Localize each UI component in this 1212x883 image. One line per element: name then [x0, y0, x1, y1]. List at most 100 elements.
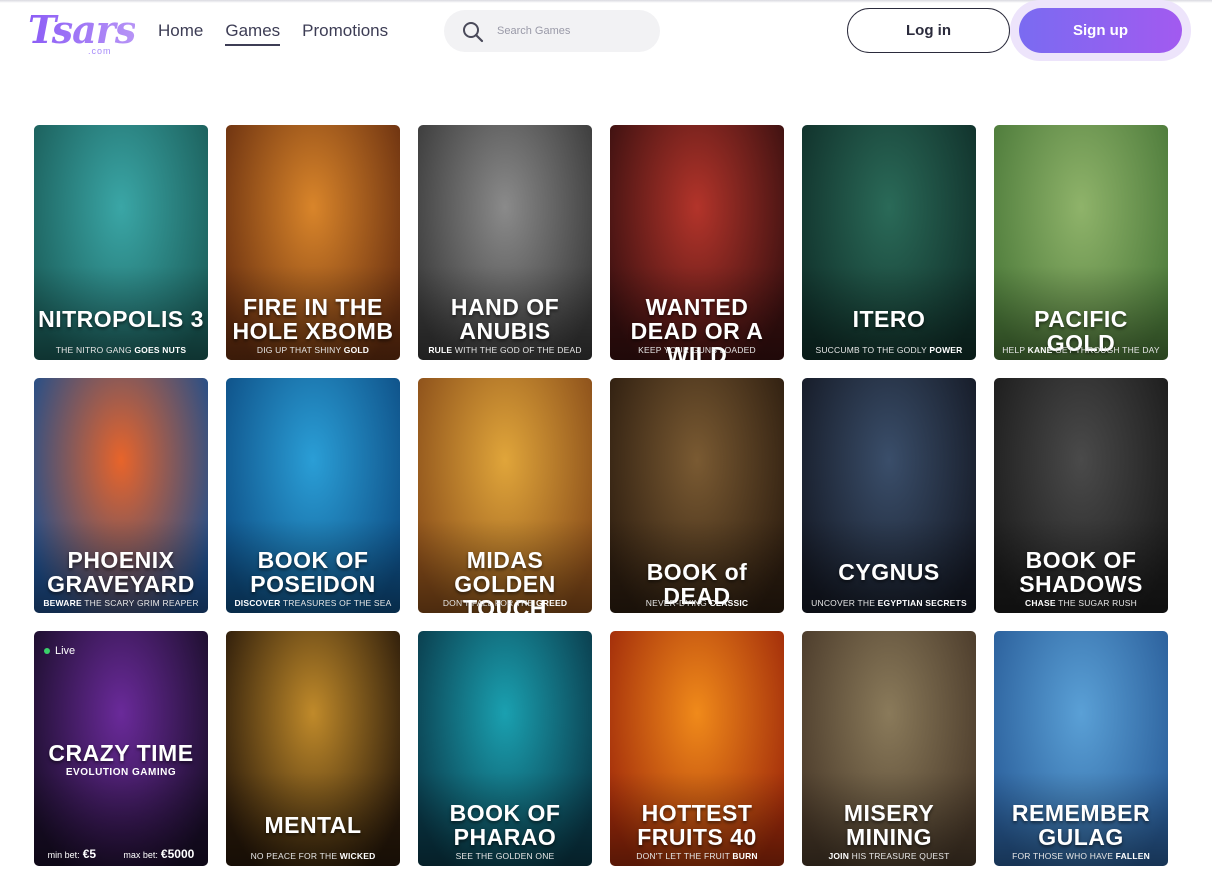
- tagline-text: NEVER-DYING: [645, 598, 710, 608]
- game-tagline: DISCOVER TREASURES OF THE SEA: [226, 598, 400, 608]
- game-title: FIRE IN THE HOLE XBOMB: [232, 294, 394, 344]
- game-provider: EVOLUTION GAMING: [65, 767, 177, 778]
- tagline-highlight: KANE: [1027, 345, 1053, 355]
- game-card[interactable]: FIRE IN THE HOLE XBOMB DIG UP THAT SHINY …: [226, 125, 400, 360]
- tagline-highlight: POWER: [929, 345, 963, 355]
- game-title: HAND OF ANUBIS: [450, 294, 560, 344]
- game-title: ITERO: [852, 306, 926, 332]
- game-tagline: KEEP YOUR GUNS LOADED: [610, 345, 784, 355]
- tagline-text: WITH THE GOD OF THE DEAD: [452, 345, 582, 355]
- game-card[interactable]: CYGNUS UNCOVER THE EGYPTIAN SECRETS: [802, 378, 976, 613]
- game-title: CYGNUS: [838, 559, 940, 585]
- game-tagline: JOIN HIS TREASURE QUEST: [802, 851, 976, 861]
- tagline-text: DIG UP THAT SHINY: [256, 345, 344, 355]
- game-tagline: UNCOVER THE EGYPTIAN SECRETS: [802, 598, 976, 608]
- min-bet-value: €5: [82, 847, 97, 861]
- tagline-text: SUCCUMB TO THE GODLY: [815, 345, 930, 355]
- game-tagline: SUCCUMB TO THE GODLY POWER: [802, 345, 976, 355]
- game-card[interactable]: BOOK OF SHADOWS CHASE THE SUGAR RUSH: [994, 378, 1168, 613]
- tagline-text: THE SCARY GRIM REAPER: [81, 598, 199, 608]
- game-card[interactable]: MIDAS GOLDEN TOUCH DON'T FALL FOR THE GRE…: [418, 378, 592, 613]
- live-dot-icon: [44, 648, 50, 654]
- game-tagline: RULE WITH THE GOD OF THE DEAD: [418, 345, 592, 355]
- live-label: Live: [55, 645, 76, 657]
- tagline-text: DON'T LET THE FRUIT: [636, 851, 733, 861]
- game-title: PHOENIX GRAVEYARD: [47, 547, 195, 597]
- tagline-highlight: BEWARE: [43, 598, 82, 608]
- game-card[interactable]: ITERO SUCCUMB TO THE GODLY POWER: [802, 125, 976, 360]
- game-tagline: BEWARE THE SCARY GRIM REAPER: [34, 598, 208, 608]
- tagline-highlight: GOES NUTS: [134, 345, 187, 355]
- game-title: CRAZY TIME: [48, 740, 194, 766]
- login-button[interactable]: Log in: [847, 8, 1010, 53]
- game-card[interactable]: NITROPOLIS 3 THE NITRO GANG GOES NUTS: [34, 125, 208, 360]
- bet-limits: min bet: €5 max bet: €5000: [34, 847, 208, 861]
- game-card[interactable]: MISERY MINING JOIN HIS TREASURE QUEST: [802, 631, 976, 866]
- game-card[interactable]: HOTTEST FRUITS 40 DON'T LET THE FRUIT BUR…: [610, 631, 784, 866]
- tagline-text: GET THROUGH THE DAY: [1052, 345, 1160, 355]
- game-title: BOOK OF PHARAO: [449, 800, 561, 850]
- game-tagline: DIG UP THAT SHINY GOLD: [226, 345, 400, 355]
- tagline-text: SEE THE GOLDEN ONE: [455, 851, 555, 861]
- tagline-highlight: GOLD: [343, 345, 370, 355]
- max-bet-value: €5000: [160, 847, 195, 861]
- tagline-highlight: GREED: [535, 598, 568, 608]
- tagline-highlight: DISCOVER: [234, 598, 281, 608]
- game-title: REMEMBER GULAG: [1011, 800, 1151, 850]
- tagline-text: NO PEACE FOR THE: [250, 851, 340, 861]
- nav-games[interactable]: Games: [225, 20, 281, 46]
- tagline-text: HELP: [1002, 345, 1028, 355]
- tagline-text: THE SUGAR RUSH: [1055, 598, 1137, 608]
- search-box[interactable]: [444, 10, 660, 52]
- game-title: NITROPOLIS 3: [38, 306, 204, 332]
- game-card[interactable]: BOOK OF PHARAO SEE THE GOLDEN ONE: [418, 631, 592, 866]
- game-card[interactable]: HAND OF ANUBIS RULE WITH THE GOD OF THE D…: [418, 125, 592, 360]
- game-tagline: THE NITRO GANG GOES NUTS: [34, 345, 208, 355]
- tagline-text: TREASURES OF THE SEA: [280, 598, 392, 608]
- tagline-text: KEEP YOUR GUNS LOADED: [638, 345, 756, 355]
- tagline-text: FOR THOSE WHO HAVE: [1012, 851, 1116, 861]
- game-card[interactable]: BOOK OF POSEIDON DISCOVER TREASURES OF TH…: [226, 378, 400, 613]
- game-card[interactable]: PACIFIC GOLD HELP KANE GET THROUGH THE DA…: [994, 125, 1168, 360]
- max-bet-label: max bet:: [123, 850, 158, 860]
- game-card[interactable]: MENTAL NO PEACE FOR THE WICKED: [226, 631, 400, 866]
- logo-text: Tsars: [28, 7, 136, 52]
- game-title: MISERY MINING: [843, 800, 935, 850]
- game-card[interactable]: CRAZY TIME EVOLUTION GAMING Live min bet: €5…: [34, 631, 208, 866]
- game-title: HOTTEST FRUITS 40: [637, 800, 757, 850]
- tagline-highlight: CHASE: [1024, 598, 1056, 608]
- game-tagline: NO PEACE FOR THE WICKED: [226, 851, 400, 861]
- game-tagline: NEVER-DYING CLASSIC: [610, 598, 784, 608]
- game-tagline: HELP KANE GET THROUGH THE DAY: [994, 345, 1168, 355]
- nav-promotions[interactable]: Promotions: [302, 20, 388, 46]
- game-tagline: DON'T FALL FOR THE GREED: [418, 598, 592, 608]
- game-tagline: SEE THE GOLDEN ONE: [418, 851, 592, 861]
- tagline-highlight: EGYPTIAN SECRETS: [877, 598, 967, 608]
- tagline-highlight: WICKED: [339, 851, 376, 861]
- tagline-highlight: RULE: [428, 345, 453, 355]
- game-tagline: FOR THOSE WHO HAVE FALLEN: [994, 851, 1168, 861]
- logo-sub: .com: [88, 46, 112, 56]
- live-badge: Live: [44, 645, 75, 657]
- tagline-text: HIS TREASURE QUEST: [849, 851, 950, 861]
- logo[interactable]: Tsars .com: [28, 8, 136, 57]
- game-card[interactable]: PHOENIX GRAVEYARD BEWARE THE SCARY GRIM R…: [34, 378, 208, 613]
- max-bet: max bet: €5000: [123, 847, 194, 861]
- game-card[interactable]: WANTED DEAD OR A WILD KEEP YOUR GUNS LOAD…: [610, 125, 784, 360]
- game-tagline: CHASE THE SUGAR RUSH: [994, 598, 1168, 608]
- nav-home[interactable]: Home: [158, 20, 203, 46]
- tagline-highlight: JOIN: [828, 851, 850, 861]
- game-title: BOOK OF SHADOWS: [1019, 547, 1143, 597]
- site-header: Tsars .com Home Games Promotions Log in …: [0, 0, 1212, 62]
- signup-button[interactable]: Sign up: [1019, 8, 1182, 53]
- min-bet: min bet: €5: [48, 847, 96, 861]
- tagline-highlight: CLASSIC: [709, 598, 749, 608]
- search-input[interactable]: [497, 20, 647, 42]
- game-title: MENTAL: [264, 812, 362, 838]
- tagline-text: DON'T FALL FOR THE: [442, 598, 536, 608]
- tagline-text: THE NITRO GANG: [55, 345, 135, 355]
- games-grid: NITROPOLIS 3 THE NITRO GANG GOES NUTS FIR…: [34, 125, 1168, 866]
- game-card[interactable]: BOOK of DEAD NEVER-DYING CLASSIC: [610, 378, 784, 613]
- tagline-text: UNCOVER THE: [811, 598, 878, 608]
- game-card[interactable]: REMEMBER GULAG FOR THOSE WHO HAVE FALLEN: [994, 631, 1168, 866]
